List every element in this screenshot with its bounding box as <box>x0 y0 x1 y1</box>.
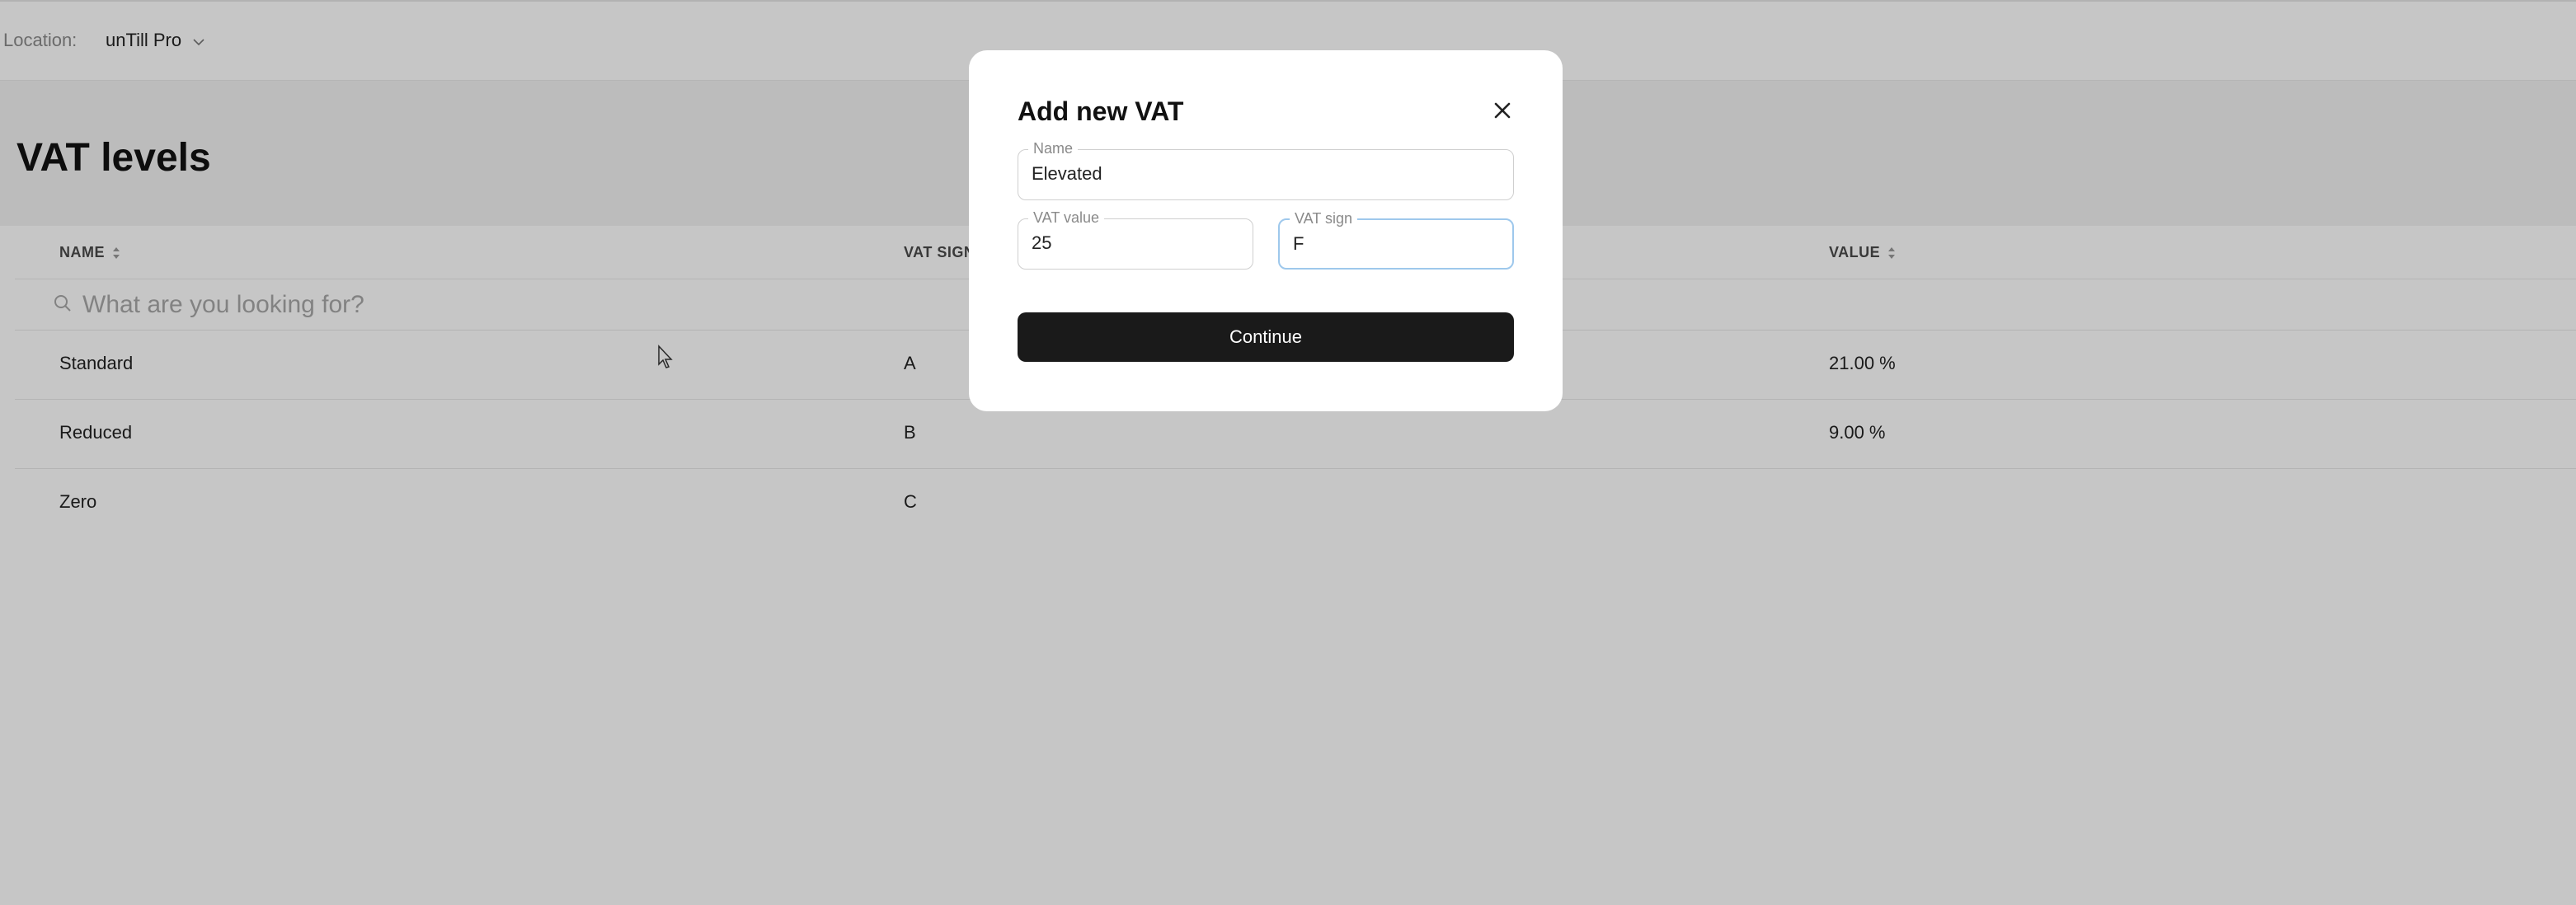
name-field[interactable]: Name <box>1018 140 1514 200</box>
continue-button[interactable]: Continue <box>1018 312 1514 362</box>
vat-sign-field[interactable]: VAT sign <box>1278 210 1514 270</box>
vat-sign-field-label: VAT sign <box>1290 210 1358 227</box>
name-input[interactable] <box>1032 162 1500 186</box>
add-vat-dialog: Add new VAT Name VAT value VAT sign Cont… <box>969 50 1563 411</box>
close-icon[interactable] <box>1490 98 1515 123</box>
vat-value-field[interactable]: VAT value <box>1018 209 1253 270</box>
vat-value-input[interactable] <box>1032 231 1239 256</box>
vat-sign-input[interactable] <box>1293 232 1499 256</box>
vat-value-field-label: VAT value <box>1028 209 1105 226</box>
name-field-label: Name <box>1028 140 1079 157</box>
dialog-title: Add new VAT <box>1018 96 1184 126</box>
